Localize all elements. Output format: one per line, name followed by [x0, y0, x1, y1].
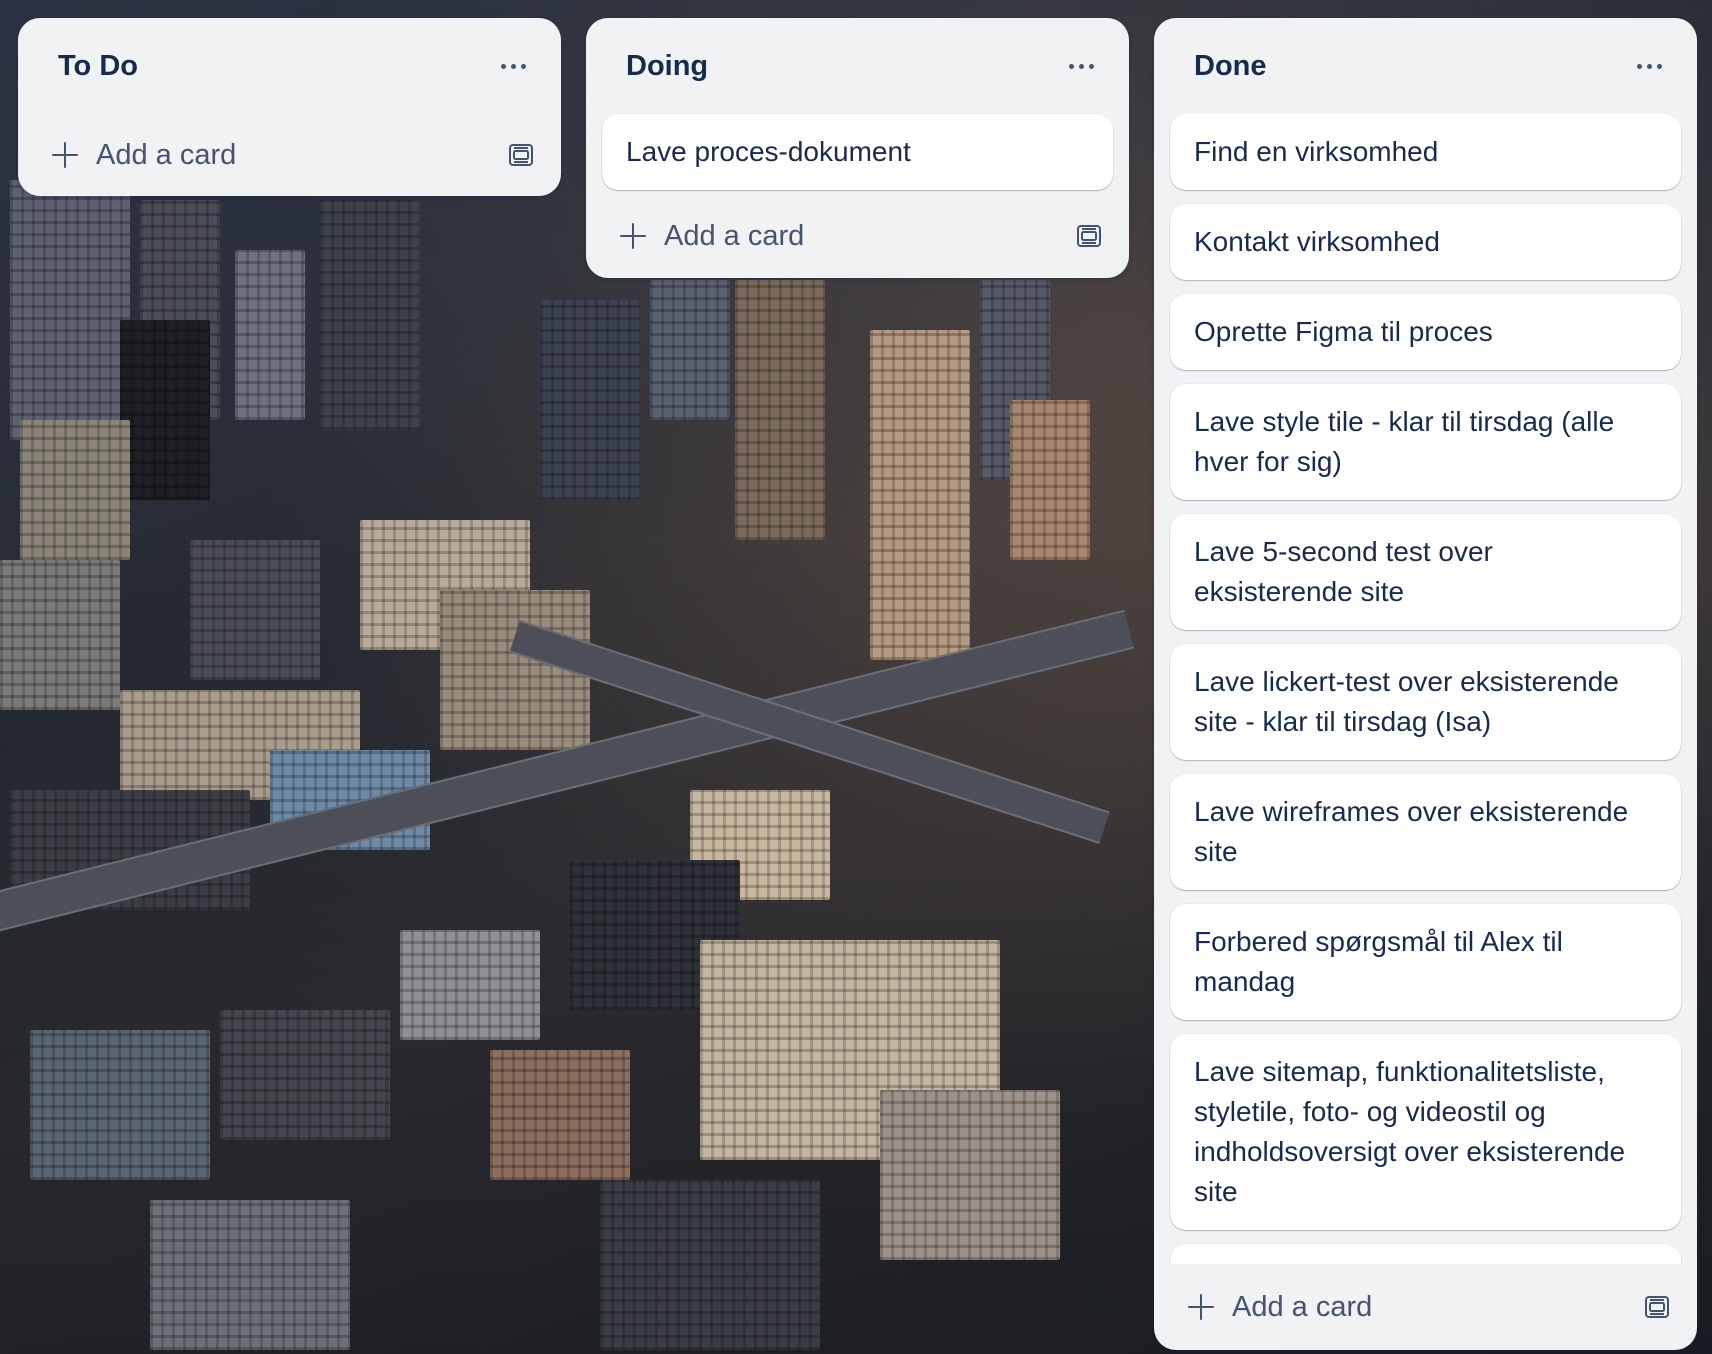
add-card-button[interactable]: Add a card	[1188, 1291, 1372, 1324]
card-template-icon[interactable]	[1639, 1289, 1675, 1325]
card[interactable]: Lave 5-second test over eksisterende sit…	[1170, 514, 1681, 630]
add-card-button[interactable]: Add a card	[52, 139, 236, 172]
list-title: Done	[1194, 49, 1267, 82]
card[interactable]: Find en virksomhed	[1170, 114, 1681, 190]
more-horizontal-icon[interactable]	[491, 44, 535, 88]
card[interactable]: Lave sitemap, funktionalitetsliste, styl…	[1170, 1034, 1681, 1230]
card-list: Lave proces-dokument	[586, 114, 1129, 190]
list-to-do: To Do Add a card	[18, 18, 561, 196]
card[interactable]: Kontakt virksomhed	[1170, 204, 1681, 280]
more-horizontal-icon[interactable]	[1059, 44, 1103, 88]
card[interactable]: Lave proces-dokument	[602, 114, 1113, 190]
add-card-row: Add a card	[586, 200, 1129, 272]
list-title: To Do	[58, 49, 138, 82]
add-card-button[interactable]: Add a card	[620, 220, 804, 253]
plus-icon	[620, 223, 646, 249]
card-list: Find en virksomhed Kontakt virksomhed Op…	[1154, 114, 1697, 1264]
list-header: Done	[1154, 18, 1697, 114]
card[interactable]: Lave wireframes over eksisterende site	[1170, 774, 1681, 890]
card[interactable]: Lave lickert-test over eksisterende site…	[1170, 644, 1681, 760]
add-card-row: Add a card	[18, 114, 561, 196]
card-template-icon[interactable]	[1071, 218, 1107, 254]
add-card-label: Add a card	[96, 138, 237, 171]
more-horizontal-icon[interactable]	[1627, 44, 1671, 88]
list-doing: Doing Lave proces-dokument Add a card	[586, 18, 1129, 278]
add-card-row: Add a card	[1154, 1264, 1697, 1350]
plus-icon	[52, 142, 78, 168]
card-template-icon[interactable]	[503, 137, 539, 173]
list-title: Doing	[626, 49, 709, 82]
card[interactable]: Forbered spørgsmål til Alex til mandag	[1170, 904, 1681, 1020]
plus-icon	[1188, 1294, 1214, 1320]
card[interactable]: Oprette Figma til proces	[1170, 294, 1681, 370]
add-card-label: Add a card	[664, 219, 805, 252]
list-done: Done Find en virksomhed Kontakt virksomh…	[1154, 18, 1697, 1350]
list-header: Doing	[586, 18, 1129, 114]
list-header: To Do	[18, 18, 561, 114]
card-partially-hidden[interactable]	[1170, 1244, 1681, 1264]
card[interactable]: Lave style tile - klar til tirsdag (alle…	[1170, 384, 1681, 500]
add-card-label: Add a card	[1232, 1290, 1373, 1323]
